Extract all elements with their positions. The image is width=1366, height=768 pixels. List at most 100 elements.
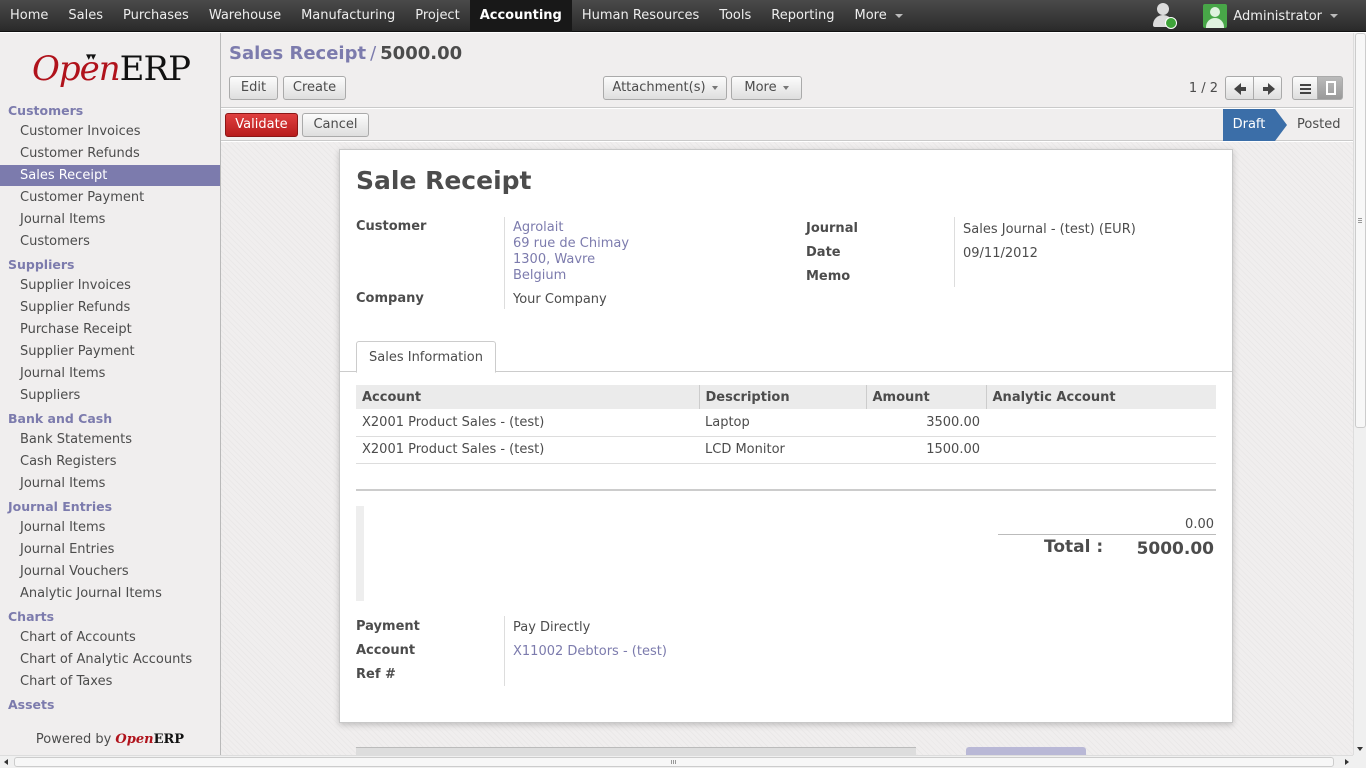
column-analytic-account[interactable]: Analytic Account [986,385,1216,409]
menu-home[interactable]: Home [0,0,58,32]
chatter-button[interactable] [966,747,1086,755]
line-amount: 3500.00 [866,409,986,437]
sidebar-item-supplier-payment[interactable]: Supplier Payment [0,341,220,363]
sidebar-item-journal-vouchers[interactable]: Journal Vouchers [0,561,220,583]
form-sheet: Sale Receipt Customer Agrolait 69 rue de… [339,149,1233,723]
date-value[interactable]: 09/11/2012 [963,246,1038,261]
avatar[interactable] [1203,4,1228,28]
sidebar-section-journal-entries: Journal Entries [8,499,113,514]
vertical-scroll-thumb[interactable] [1355,33,1366,428]
attachments-button[interactable]: Attachment(s) [603,76,727,100]
sidebar-item-journal-items[interactable]: Journal Items [0,473,220,495]
vertical-scrollbar[interactable] [1353,33,1366,755]
table-row[interactable]: X2001 Product Sales - (test) Laptop 3500… [356,409,1216,437]
sidebar-item-customers[interactable]: Customers [0,231,220,253]
horizontal-scrollbar[interactable] [0,755,1353,768]
sidebar-item-journal-entries[interactable]: Journal Entries [0,539,220,561]
sidebar-item-supplier-invoices[interactable]: Supplier Invoices [0,275,220,297]
validate-button[interactable]: Validate [225,113,298,137]
sidebar-item-cash-registers[interactable]: Cash Registers [0,451,220,473]
sidebar-item-purchase-receipt[interactable]: Purchase Receipt [0,319,220,341]
scroll-down-icon[interactable] [1357,747,1363,751]
powered-logo-erp[interactable]: ERP [154,732,185,747]
sidebar-item-journal-items[interactable]: Journal Items [0,517,220,539]
sidebar-item-suppliers[interactable]: Suppliers [0,385,220,407]
list-view-button[interactable] [1292,76,1318,100]
account-link[interactable]: X11002 Debtors - (test) [513,644,667,659]
payment-value[interactable]: Pay Directly [513,620,590,635]
form-icon [1326,81,1336,95]
logo-open: Open [32,49,121,89]
sidebar-item-customer-refunds[interactable]: Customer Refunds [0,143,220,165]
horizontal-scroll-thumb[interactable] [14,757,1334,767]
sidebar-item-chart-of-analytic-accounts[interactable]: Chart of Analytic Accounts [0,649,220,671]
tab-sales-information[interactable]: Sales Information [356,341,496,373]
status-bar: Validate Cancel Draft Posted [221,109,1353,141]
date-label: Date [806,245,841,260]
sidebar: Open ▾▾ ERP Customers Customer Invoices Cu… [0,33,221,755]
sidebar-item-supplier-refunds[interactable]: Supplier Refunds [0,297,220,319]
table-row[interactable]: X2001 Product Sales - (test) LCD Monitor… [356,436,1216,464]
user-menu-name[interactable]: Administrator [1233,9,1322,24]
arrow-left-icon [1234,83,1246,95]
more-label: More [744,80,777,95]
sidebar-item-journal-items[interactable]: Journal Items [0,209,220,231]
form-view-button[interactable] [1317,76,1343,100]
menu-purchases[interactable]: Purchases [113,0,199,32]
grip-icon [1358,218,1362,219]
chevron-down-icon[interactable] [1330,14,1338,18]
field-divider [504,217,505,309]
menu-sales[interactable]: Sales [58,0,113,32]
notes-area [356,506,364,601]
line-analytic [986,436,1216,464]
scroll-right-icon[interactable] [1345,759,1349,765]
breadcrumb-parent[interactable]: Sales Receipt [229,43,366,64]
menu-project[interactable]: Project [405,0,469,32]
chevron-down-icon [782,85,789,90]
scrollbar-corner [1353,755,1366,768]
payment-label: Payment [356,619,420,634]
menu-more-label: More [854,8,887,23]
line-account: X2001 Product Sales - (test) [356,436,699,464]
menu-reporting[interactable]: Reporting [761,0,844,32]
customer-link[interactable]: Agrolait [513,220,563,235]
pager-next-button[interactable] [1253,76,1282,100]
ref-label: Ref # [356,667,396,682]
notebook-tabs: Sales Information [340,341,1232,373]
line-analytic [986,409,1216,437]
menu-more[interactable]: More [844,0,912,32]
cancel-button[interactable]: Cancel [302,113,369,137]
sidebar-item-customer-invoices[interactable]: Customer Invoices [0,121,220,143]
sidebar-item-chart-of-taxes[interactable]: Chart of Taxes [0,671,220,693]
more-button[interactable]: More [731,76,802,100]
company-value[interactable]: Your Company [513,292,607,307]
sidebar-item-sales-receipt[interactable]: Sales Receipt [0,165,220,186]
memo-label: Memo [806,269,851,284]
sidebar-item-bank-statements[interactable]: Bank Statements [0,429,220,451]
logo-erp: ERP [119,49,191,89]
pager-previous-button[interactable] [1225,76,1254,100]
menu-accounting[interactable]: Accounting [469,0,572,32]
journal-value[interactable]: Sales Journal - (test) (EUR) [963,222,1136,237]
sidebar-item-customer-payment[interactable]: Customer Payment [0,187,220,209]
scroll-left-icon[interactable] [4,759,8,765]
sidebar-item-journal-items[interactable]: Journal Items [0,363,220,385]
openerp-logo[interactable]: Open ▾▾ ERP [32,49,191,89]
column-account[interactable]: Account [356,385,700,409]
total-label: Total : [1044,537,1104,557]
edit-button[interactable]: Edit [229,76,278,100]
chat-users-icon[interactable] [1151,1,1179,31]
create-button[interactable]: Create [283,76,346,100]
column-amount[interactable]: Amount [866,385,987,409]
menu-manufacturing[interactable]: Manufacturing [291,0,405,32]
state-draft: Draft [1223,109,1287,141]
menu-human-resources[interactable]: Human Resources [572,0,709,32]
sidebar-item-analytic-journal-items[interactable]: Analytic Journal Items [0,583,220,605]
menu-tools[interactable]: Tools [709,0,761,32]
company-label: Company [356,291,424,306]
powered-logo-open[interactable]: Open [115,732,153,747]
sidebar-item-chart-of-accounts[interactable]: Chart of Accounts [0,627,220,649]
column-description[interactable]: Description [699,385,867,409]
field-divider [504,616,505,686]
menu-warehouse[interactable]: Warehouse [199,0,291,32]
